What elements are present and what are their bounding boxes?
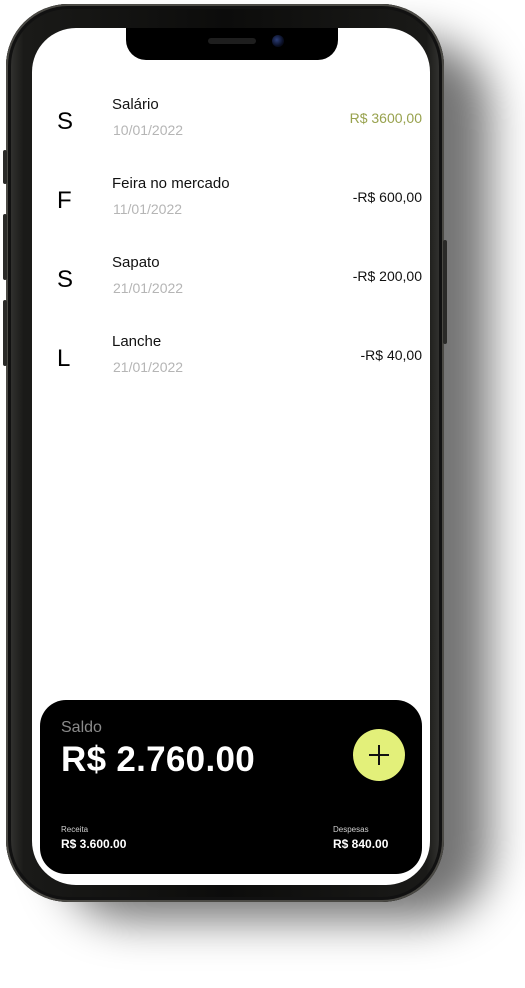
transaction-initial: L <box>57 345 71 372</box>
add-transaction-button[interactable] <box>353 729 405 781</box>
volume-up-button <box>3 214 7 280</box>
plus-icon <box>369 745 389 765</box>
transaction-amount: -R$ 200,00 <box>352 268 422 284</box>
transaction-list: S Salário 10/01/2022 R$ 3600,00 F Feira … <box>32 92 430 408</box>
transaction-date: 21/01/2022 <box>113 359 184 375</box>
expense-label: Despesas <box>333 825 369 834</box>
transaction-title: Salário <box>112 96 159 113</box>
transaction-initial: F <box>57 187 72 214</box>
volume-down-button <box>3 300 7 366</box>
power-button <box>443 240 447 344</box>
transaction-title: Lanche <box>112 333 162 350</box>
transaction-row[interactable]: L Lanche 21/01/2022 -R$ 40,00 <box>32 329 430 408</box>
stage: S Salário 10/01/2022 R$ 3600,00 F Feira … <box>0 0 525 988</box>
transaction-amount: R$ 3600,00 <box>349 110 422 126</box>
transaction-amount: -R$ 600,00 <box>352 189 422 205</box>
income-label: Receita <box>61 825 89 834</box>
mute-switch <box>3 150 7 184</box>
transaction-initial: S <box>57 108 74 135</box>
transaction-title: Feira no mercado <box>112 175 230 192</box>
transaction-row[interactable]: S Sapato 21/01/2022 -R$ 200,00 <box>32 250 430 329</box>
balance-value: R$ 2.760.00 <box>61 740 256 779</box>
phone-frame: S Salário 10/01/2022 R$ 3600,00 F Feira … <box>3 4 447 902</box>
camera-icon <box>272 35 284 47</box>
transaction-date: 11/01/2022 <box>113 201 183 217</box>
app-screen: S Salário 10/01/2022 R$ 3600,00 F Feira … <box>32 28 430 885</box>
transaction-row[interactable]: F Feira no mercado 11/01/2022 -R$ 600,00 <box>32 171 430 250</box>
transaction-date: 10/01/2022 <box>113 122 184 138</box>
notch <box>126 28 338 60</box>
expense-value: R$ 840.00 <box>333 837 389 851</box>
transaction-initial: S <box>57 266 74 293</box>
balance-card: Saldo R$ 2.760.00 Receita R$ 3.600.00 De… <box>40 700 422 874</box>
transaction-row[interactable]: S Salário 10/01/2022 R$ 3600,00 <box>32 92 430 171</box>
transaction-title: Sapato <box>112 254 160 271</box>
transaction-date: 21/01/2022 <box>113 280 184 296</box>
income-value: R$ 3.600.00 <box>61 837 127 851</box>
balance-label: Saldo <box>61 719 102 736</box>
transaction-amount: -R$ 40,00 <box>360 347 422 363</box>
speaker-grille <box>208 38 256 44</box>
